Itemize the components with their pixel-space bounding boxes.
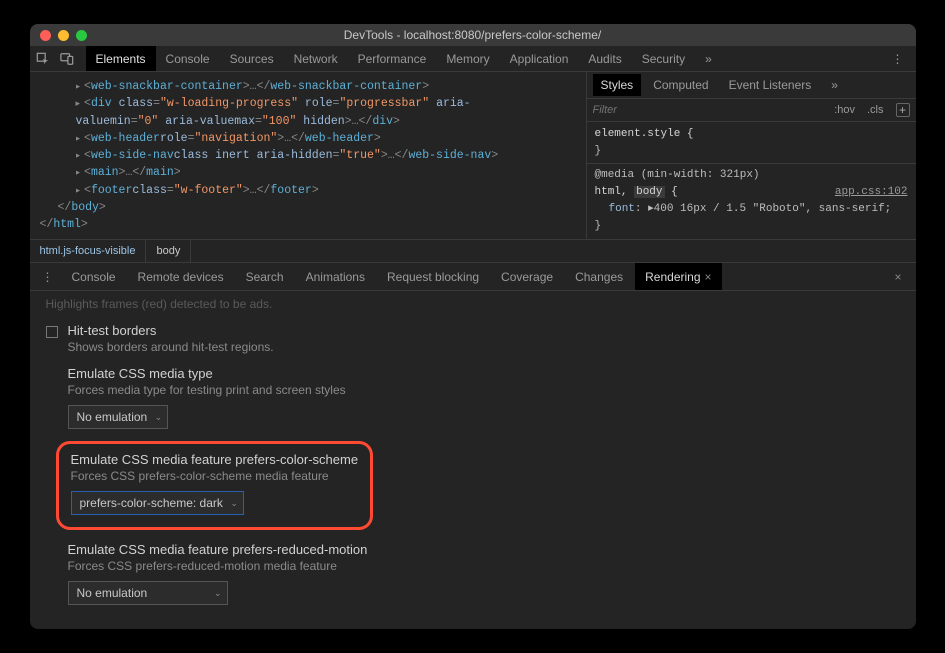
close-icon[interactable]: × <box>705 270 712 284</box>
traffic-lights <box>40 30 87 41</box>
chevron-down-icon: ⌄ <box>155 412 163 423</box>
zoom-icon[interactable] <box>76 30 87 41</box>
drawer-kebab-icon[interactable]: ⋮ <box>36 270 60 284</box>
tab-application[interactable]: Application <box>500 46 579 71</box>
emulate-prefers-color-scheme-sub: Forces CSS prefers-color-scheme media fe… <box>71 469 359 483</box>
close-icon[interactable] <box>40 30 51 41</box>
media-query: @media (min-width: 321px) <box>595 167 908 184</box>
crumb-html[interactable]: html.js-focus-visible <box>30 240 147 262</box>
tab-sources[interactable]: Sources <box>220 46 284 71</box>
css-prop: font <box>609 203 635 215</box>
rendering-panel: Highlights frames (red) detected to be a… <box>30 291 916 629</box>
window-title: DevTools - localhost:8080/prefers-color-… <box>30 28 916 42</box>
drawer-tab-rendering[interactable]: Rendering× <box>635 263 721 290</box>
drawer-tab-changes[interactable]: Changes <box>565 263 633 290</box>
computed-tab[interactable]: Computed <box>645 74 716 96</box>
styles-filter-input[interactable] <box>593 104 823 116</box>
breadcrumb: html.js-focus-visible body <box>30 239 916 263</box>
drawer-close-icon[interactable]: × <box>886 270 909 284</box>
drawer-tab-search[interactable]: Search <box>236 263 294 290</box>
cls-toggle[interactable]: .cls <box>867 104 884 116</box>
tab-network[interactable]: Network <box>284 46 348 71</box>
drawer-tab-coverage[interactable]: Coverage <box>491 263 563 290</box>
tab-console[interactable]: Console <box>156 46 220 71</box>
device-toggle-icon[interactable] <box>60 52 74 66</box>
emulate-prefers-color-scheme-title: Emulate CSS media feature prefers-color-… <box>71 452 359 467</box>
drawer-tab-animations[interactable]: Animations <box>296 263 375 290</box>
tab-audits[interactable]: Audits <box>578 46 631 71</box>
emulate-prefers-reduced-motion-select[interactable]: No emulation⌄ <box>68 581 228 605</box>
tab-memory[interactable]: Memory <box>436 46 499 71</box>
tab-elements[interactable]: Elements <box>86 46 156 71</box>
css-value: ▸400 16px / 1.5 "Roboto", sans-serif; <box>648 203 891 215</box>
tabs-overflow-icon[interactable]: » <box>695 46 722 71</box>
emulate-media-type-sub: Forces media type for testing print and … <box>68 383 900 397</box>
main-tabs: Elements Console Sources Network Perform… <box>86 46 886 71</box>
styles-rules[interactable]: element.style { } @media (min-width: 321… <box>587 122 916 239</box>
element-style-selector: element.style { <box>595 128 694 140</box>
titlebar: DevTools - localhost:8080/prefers-color-… <box>30 24 916 46</box>
emulate-prefers-color-scheme-select[interactable]: prefers-color-scheme: dark⌄ <box>71 491 244 515</box>
chevron-down-icon: ⌄ <box>230 498 238 509</box>
minimize-icon[interactable] <box>58 30 69 41</box>
drawer-tab-remote-devices[interactable]: Remote devices <box>128 263 234 290</box>
crumb-body[interactable]: body <box>146 240 191 262</box>
brace: } <box>595 218 908 235</box>
tab-security[interactable]: Security <box>632 46 695 71</box>
kebab-icon[interactable]: ⋮ <box>886 52 910 66</box>
previous-option-hint: Highlights frames (red) detected to be a… <box>46 297 900 311</box>
styles-overflow-icon[interactable]: » <box>823 74 846 96</box>
drawer-tab-request-blocking[interactable]: Request blocking <box>377 263 489 290</box>
emulate-media-type-title: Emulate CSS media type <box>68 366 900 381</box>
emulate-media-type-select[interactable]: No emulation⌄ <box>68 405 169 429</box>
drawer-tabs: ⋮ Console Remote devices Search Animatio… <box>30 263 916 291</box>
brace: } <box>595 143 908 160</box>
event-listeners-tab[interactable]: Event Listeners <box>721 74 820 96</box>
elements-panel[interactable]: <web-snackbar-container>…</web-snackbar-… <box>30 72 586 239</box>
styles-panel: Styles Computed Event Listeners » :hov .… <box>586 72 916 239</box>
tab-performance[interactable]: Performance <box>348 46 437 71</box>
hit-test-borders-checkbox[interactable] <box>46 326 58 338</box>
highlight-annotation: Emulate CSS media feature prefers-color-… <box>56 441 374 530</box>
drawer-tab-console[interactable]: Console <box>62 263 126 290</box>
new-style-rule-button[interactable]: + <box>896 103 910 117</box>
inspect-icon[interactable] <box>36 52 50 66</box>
styles-tab[interactable]: Styles <box>593 74 642 96</box>
source-link[interactable]: app.css:102 <box>835 184 908 201</box>
emulate-prefers-reduced-motion-title: Emulate CSS media feature prefers-reduce… <box>68 542 900 557</box>
main-toolbar: Elements Console Sources Network Perform… <box>30 46 916 72</box>
hov-toggle[interactable]: :hov <box>834 104 855 116</box>
hit-test-borders-sub: Shows borders around hit-test regions. <box>68 340 274 354</box>
hit-test-borders-title: Hit-test borders <box>68 323 274 338</box>
emulate-prefers-reduced-motion-sub: Forces CSS prefers-reduced-motion media … <box>68 559 900 573</box>
devtools-window: DevTools - localhost:8080/prefers-color-… <box>30 24 916 629</box>
chevron-down-icon: ⌄ <box>214 588 222 599</box>
